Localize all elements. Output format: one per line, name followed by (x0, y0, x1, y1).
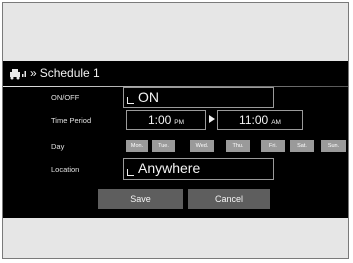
start-time-value: 1:00 (147, 113, 172, 127)
cancel-button[interactable]: Cancel (188, 189, 270, 209)
schedule-screen: » Schedule 1 ON/OFF ON Time Period 1:00 P… (3, 61, 348, 218)
day-wed-button[interactable]: Wed. (190, 140, 214, 152)
day-label: Day (51, 142, 65, 151)
dropdown-corner-icon (127, 169, 134, 176)
day-sat-button[interactable]: Sat. (290, 140, 314, 152)
save-button[interactable]: Save (98, 189, 183, 209)
day-fri-button[interactable]: Fri. (261, 140, 285, 152)
start-ampm: PM (174, 119, 185, 126)
day-mon-button[interactable]: Mon. (126, 140, 148, 152)
dropdown-corner-icon (127, 97, 134, 104)
onoff-field[interactable]: ON (123, 87, 274, 108)
end-ampm: AM (271, 119, 281, 126)
onoff-label: ON/OFF (51, 93, 80, 102)
day-sun-button[interactable]: Sun. (321, 140, 346, 152)
day-tue-button[interactable]: Tue. (152, 140, 175, 152)
end-time-value: 11:00 (239, 113, 269, 127)
time-period-label: Time Period (51, 116, 92, 125)
onoff-value: ON (138, 89, 159, 105)
location-value: Anywhere (138, 160, 201, 176)
end-time-field[interactable]: 11:00 AM (217, 110, 303, 130)
display-bezel: » Schedule 1 ON/OFF ON Time Period 1:00 P… (2, 2, 349, 259)
start-time-field[interactable]: 1:00 PM (126, 110, 206, 130)
arrow-right-icon (209, 115, 215, 123)
chevron-icon: » (30, 66, 37, 80)
header-bar: » Schedule 1 (3, 61, 348, 85)
page-title: Schedule 1 (39, 66, 100, 80)
location-field[interactable]: Anywhere (123, 158, 274, 180)
location-label: Location (51, 165, 80, 174)
day-thu-button[interactable]: Thu. (226, 140, 250, 152)
car-signal-icon (9, 66, 27, 80)
